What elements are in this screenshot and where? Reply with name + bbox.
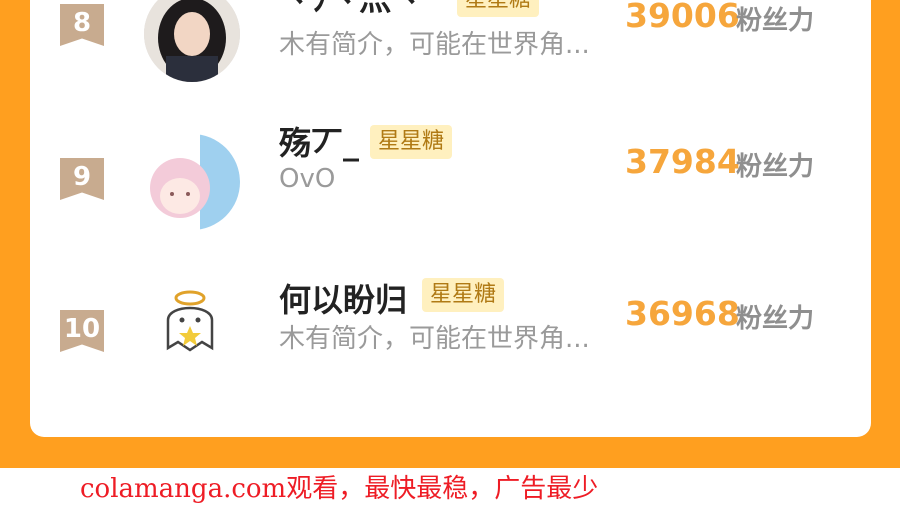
tag-badge: 星星糖 bbox=[457, 0, 540, 17]
girl-photo-avatar-icon bbox=[144, 0, 240, 82]
score-label: 粉丝力 bbox=[736, 304, 815, 334]
rank-badge: 8 bbox=[60, 4, 104, 46]
user-bio: 木有简介，可能在世界角... bbox=[279, 30, 590, 60]
tag-badge: 星星糖 bbox=[422, 278, 505, 312]
user-name: 何以盼归 bbox=[279, 281, 408, 319]
rank-badge: 10 bbox=[60, 310, 104, 352]
user-bio: OvO bbox=[279, 164, 336, 194]
user-bio: 木有简介，可能在世界角... bbox=[279, 324, 590, 354]
avatar[interactable] bbox=[144, 280, 240, 376]
footer-watermark-text: colamanga.com观看，最快最稳，广告最少 bbox=[80, 474, 599, 504]
score-label: 粉丝力 bbox=[736, 152, 815, 182]
user-name: 殇丆_ bbox=[279, 124, 360, 162]
ranking-row[interactable]: 9 殇丆_ 星星糖 OvO 37984 粉丝力 bbox=[30, 124, 871, 230]
tag-badge: 星星糖 bbox=[370, 125, 453, 159]
score-value: 39006 bbox=[625, 0, 740, 35]
ranking-card: 8 丶ﾌ丶灬丶 星星糖 木有简介，可能在世界角... 39006 粉丝力 9 bbox=[30, 0, 871, 437]
score-label: 粉丝力 bbox=[736, 6, 815, 36]
avatar[interactable] bbox=[144, 0, 240, 82]
rank-badge: 9 bbox=[60, 158, 104, 200]
anime-character-avatar-icon bbox=[144, 134, 240, 230]
ranking-row[interactable]: 10 何以盼归 星星糖 木有简介，可能在世界角... 36968 粉丝力 bbox=[30, 278, 871, 380]
avatar[interactable] bbox=[144, 134, 240, 230]
user-name: 丶ﾌ丶灬丶 bbox=[279, 0, 423, 20]
ranking-row[interactable]: 8 丶ﾌ丶灬丶 星星糖 木有简介，可能在世界角... 39006 粉丝力 bbox=[30, 0, 871, 82]
score-value: 37984 bbox=[625, 142, 740, 181]
score-value: 36968 bbox=[625, 294, 740, 333]
angel-ghost-avatar-icon bbox=[144, 280, 240, 376]
